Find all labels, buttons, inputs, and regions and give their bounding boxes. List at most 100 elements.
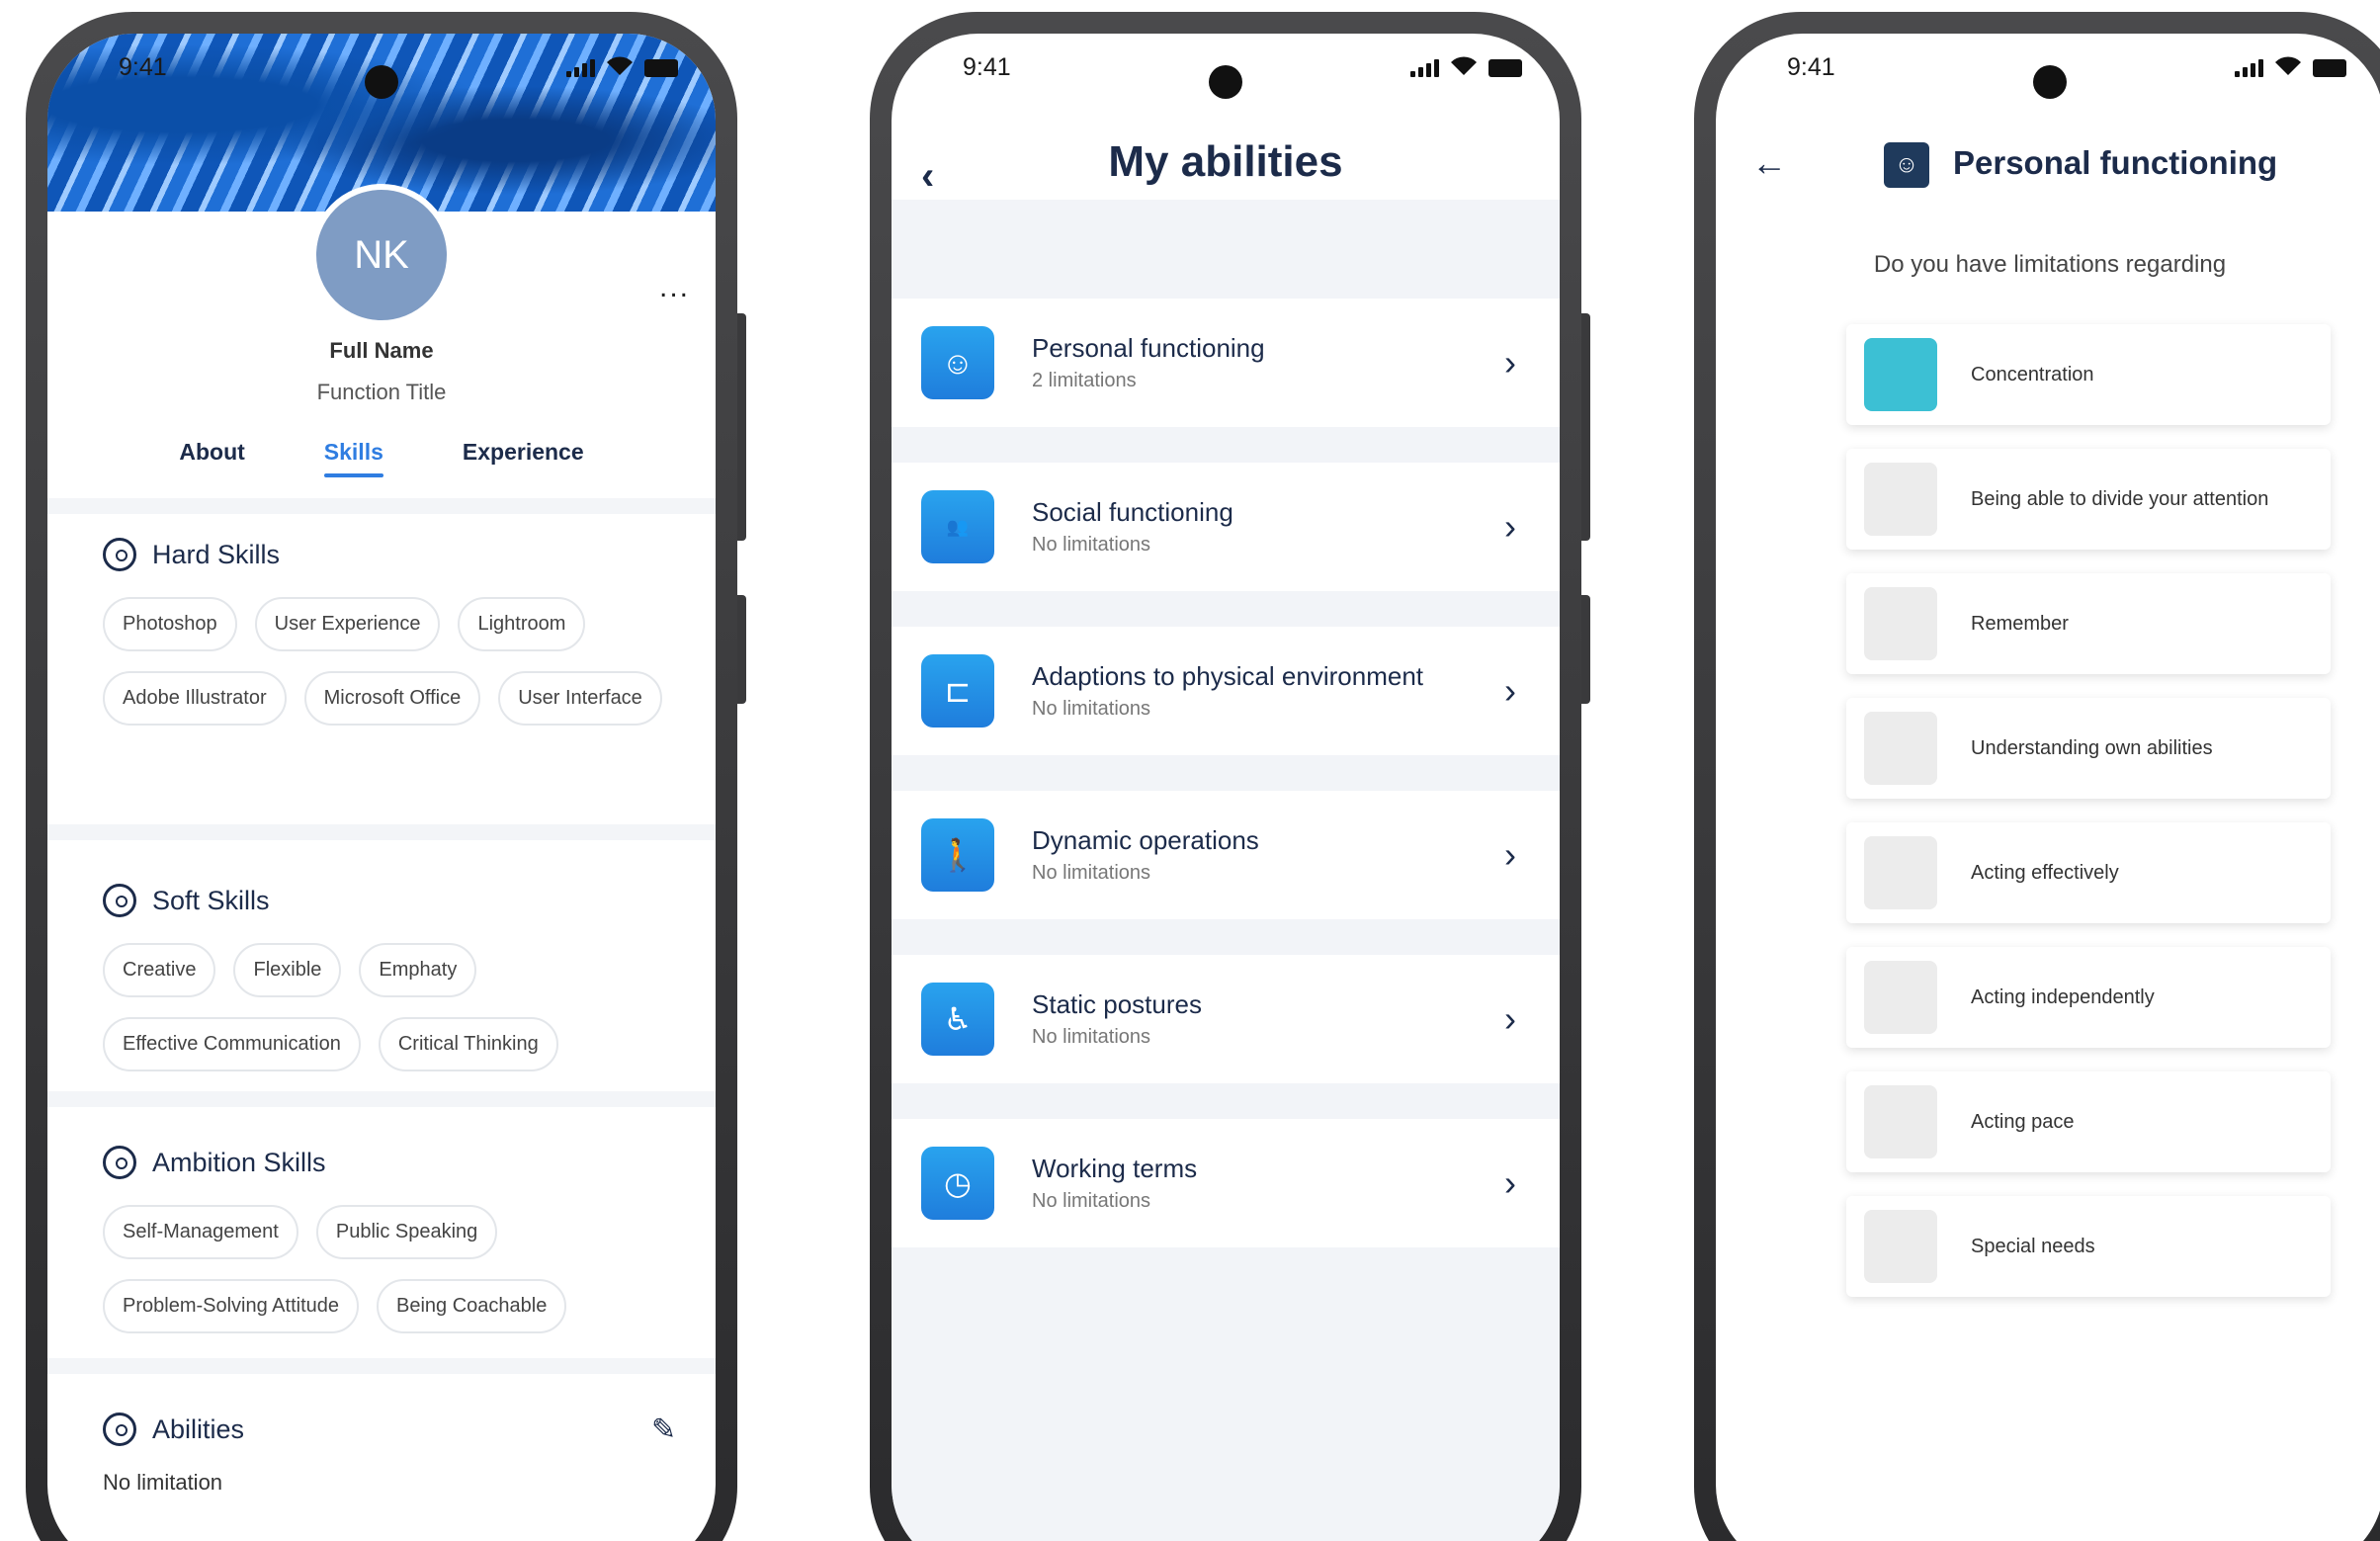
ability-name: Dynamic operations — [1032, 825, 1259, 855]
skill-chip[interactable]: Problem-Solving Attitude — [103, 1279, 360, 1333]
signal-icon — [566, 59, 595, 77]
question-text: Do you have limitations regarding — [1873, 251, 2227, 278]
skill-chip[interactable]: Being Coachable — [377, 1279, 567, 1333]
avatar[interactable]: NK — [310, 184, 453, 326]
soft-skills-title: Soft Skills — [152, 885, 270, 915]
status-icons — [566, 55, 678, 77]
profile-screen: 9:41 NK ... Full Name Function Title Abo… — [47, 34, 716, 1541]
hard-skills-title: Hard Skills — [152, 539, 281, 569]
more-options-icon[interactable]: ... — [659, 271, 690, 304]
arrow-left-icon[interactable]: ← — [1751, 142, 1787, 184]
option-acting-effectively[interactable]: Acting effectively — [1846, 822, 2331, 923]
skill-chip[interactable]: Photoshop — [103, 597, 237, 651]
skill-chip[interactable]: User Experience — [254, 597, 441, 651]
question-head-icon — [103, 1146, 136, 1179]
chevron-right-icon: › — [1504, 834, 1516, 875]
abilities-screen: 9:41 ‹ My abilities ☺ Personal functioni… — [892, 34, 1560, 1541]
ability-status: No limitations — [1032, 534, 1151, 556]
phone-abilities: 9:41 ‹ My abilities ☺ Personal functioni… — [870, 12, 1590, 1541]
status-bar: 9:41 — [892, 34, 1560, 103]
ability-status: 2 limitations — [1032, 370, 1137, 391]
soft-skills-chips: Creative Flexible Emphaty Effective Comm… — [103, 943, 676, 1071]
wifi-icon — [2275, 56, 2301, 75]
battery-icon — [644, 59, 678, 77]
option-concentration[interactable]: Concentration — [1846, 324, 2331, 425]
ability-static-postures[interactable]: ♿ Static postures No limitations › — [892, 955, 1560, 1083]
ability-social-functioning[interactable]: 👥 Social functioning No limitations › — [892, 463, 1560, 591]
section-header: Hard Skills — [103, 538, 676, 571]
status-bar: 9:41 — [47, 34, 716, 103]
battery-icon — [1488, 59, 1522, 77]
skill-chip[interactable]: Flexible — [233, 943, 342, 997]
edit-pencil-icon[interactable]: ✎ — [651, 1413, 676, 1447]
hard-skills-chips: Photoshop User Experience Lightroom Adob… — [103, 597, 676, 726]
skill-chip[interactable]: Self-Management — [103, 1205, 298, 1259]
option-label: Being able to divide your attention — [1971, 487, 2269, 510]
option-checkbox[interactable] — [1864, 338, 1937, 411]
option-divide-attention[interactable]: Being able to divide your attention — [1846, 449, 2331, 550]
stage: 9:41 NK ... Full Name Function Title Abo… — [0, 0, 2380, 1541]
status-time: 9:41 — [119, 53, 167, 81]
battery-icon — [2313, 59, 2346, 77]
skill-chip[interactable]: Emphaty — [359, 943, 477, 997]
abilities-section: Abilities ✎ No limitation — [103, 1413, 676, 1496]
people-icon: 👥 — [921, 490, 994, 563]
skill-chip[interactable]: User Interface — [498, 671, 662, 726]
ability-name: Social functioning — [1032, 497, 1233, 527]
front-camera — [1209, 65, 1242, 99]
divider — [47, 1358, 716, 1374]
skill-chip[interactable]: Microsoft Office — [303, 671, 481, 726]
skill-chip[interactable]: Critical Thinking — [378, 1017, 558, 1071]
option-special-needs[interactable]: Special needs — [1846, 1196, 2331, 1297]
divider — [47, 498, 716, 514]
option-label: Understanding own abilities — [1971, 736, 2213, 759]
tab-skills[interactable]: Skills — [323, 439, 384, 477]
ability-working-terms[interactable]: ◷ Working terms No limitations › — [892, 1119, 1560, 1247]
option-checkbox[interactable] — [1864, 463, 1937, 536]
ability-name: Personal functioning — [1032, 333, 1265, 363]
option-label: Acting effectively — [1971, 861, 2119, 884]
ability-status: No limitations — [1032, 1026, 1151, 1048]
option-checkbox[interactable] — [1864, 1210, 1937, 1283]
tab-about[interactable]: About — [179, 439, 244, 477]
option-label: Acting independently — [1971, 985, 2155, 1008]
ability-adaptions[interactable]: ⊏ Adaptions to physical environment No l… — [892, 627, 1560, 755]
option-checkbox[interactable] — [1864, 836, 1937, 909]
option-checkbox[interactable] — [1864, 587, 1937, 660]
skill-chip[interactable]: Adobe Illustrator — [103, 671, 287, 726]
option-remember[interactable]: Remember — [1846, 573, 2331, 674]
front-camera — [365, 65, 398, 99]
status-icons — [2235, 55, 2346, 77]
skill-chip[interactable]: Effective Communication — [103, 1017, 361, 1071]
location-pin-icon — [103, 538, 136, 571]
clock-icon: ◷ — [921, 1147, 994, 1220]
page-title: My abilities — [1108, 137, 1343, 186]
profile-tabs: About Skills Experience — [47, 439, 716, 477]
option-checkbox[interactable] — [1864, 961, 1937, 1034]
option-checkbox[interactable] — [1864, 1085, 1937, 1158]
tab-experience[interactable]: Experience — [463, 439, 584, 477]
skill-chip[interactable]: Lightroom — [458, 597, 586, 651]
ability-personal-functioning[interactable]: ☺ Personal functioning 2 limitations › — [892, 299, 1560, 427]
phone-personal-functioning: 9:41 ← ☺ Personal functioning Do you hav… — [1694, 12, 2380, 1541]
person-walking-icon: 🚶 — [921, 818, 994, 892]
door-icon: ⊏ — [921, 654, 994, 728]
abilities-title: Abilities — [152, 1413, 245, 1444]
ability-dynamic-operations[interactable]: 🚶 Dynamic operations No limitations › — [892, 791, 1560, 919]
option-acting-pace[interactable]: Acting pace — [1846, 1071, 2331, 1172]
ability-name: Static postures — [1032, 989, 1202, 1019]
ability-status: No limitations — [1032, 1190, 1151, 1212]
function-title: Function Title — [316, 380, 447, 404]
skill-chip[interactable]: Public Speaking — [315, 1205, 498, 1259]
full-name: Full Name — [329, 338, 434, 363]
skill-chip[interactable]: Creative — [103, 943, 216, 997]
phone-profile: 9:41 NK ... Full Name Function Title Abo… — [26, 12, 746, 1541]
option-understanding-abilities[interactable]: Understanding own abilities — [1846, 698, 2331, 799]
option-label: Concentration — [1971, 363, 2094, 385]
option-label: Acting pace — [1971, 1110, 2075, 1133]
soft-skills-section: Soft Skills Creative Flexible Emphaty Ef… — [103, 884, 676, 1071]
option-label: Remember — [1971, 612, 2069, 635]
option-checkbox[interactable] — [1864, 712, 1937, 785]
option-acting-independently[interactable]: Acting independently — [1846, 947, 2331, 1048]
wifi-icon — [1451, 56, 1477, 75]
